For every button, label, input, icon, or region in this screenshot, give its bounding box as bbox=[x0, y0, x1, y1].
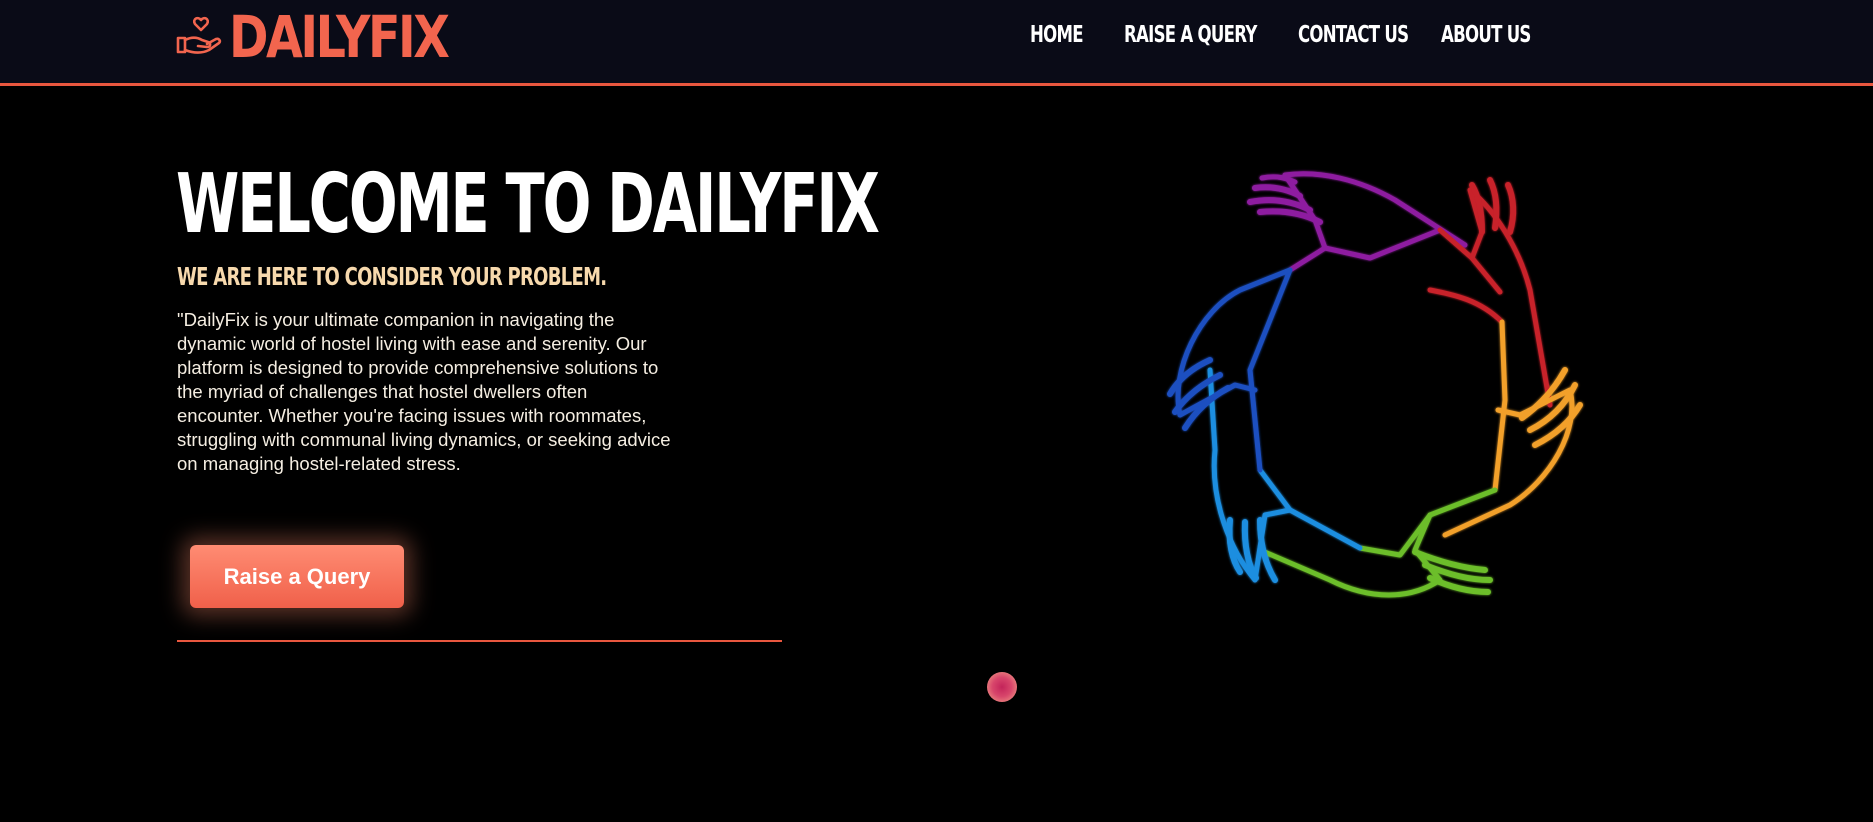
cursor-dot bbox=[987, 672, 1017, 702]
hero-subtitle: WE ARE HERE TO CONSIDER YOUR PROBLEM. bbox=[177, 262, 607, 291]
nav-contact-link[interactable]: CONTACT US bbox=[1298, 20, 1409, 50]
page: DAILYFIX HOME RAISE A QUERY CONTACT US A… bbox=[0, 0, 1873, 822]
raise-query-button[interactable]: Raise a Query bbox=[190, 545, 404, 608]
nav-home-link[interactable]: HOME bbox=[1030, 20, 1084, 50]
nav-about-link[interactable]: ABOUT US bbox=[1441, 20, 1531, 50]
brand-name: DAILYFIX bbox=[229, 3, 450, 71]
navbar: DAILYFIX HOME RAISE A QUERY CONTACT US A… bbox=[0, 0, 1873, 86]
hand-heart-icon bbox=[176, 16, 222, 54]
hero-divider bbox=[177, 640, 782, 642]
hero-title: WELCOME TO DAILYFIX bbox=[176, 157, 880, 252]
nav-raise-query-link[interactable]: RAISE A QUERY bbox=[1124, 20, 1257, 50]
hero-description: "DailyFix is your ultimate companion in … bbox=[177, 309, 671, 474]
rainbow-hands-circle-icon bbox=[1167, 171, 1583, 598]
brand-logo[interactable]: DAILYFIX bbox=[175, 4, 495, 70]
